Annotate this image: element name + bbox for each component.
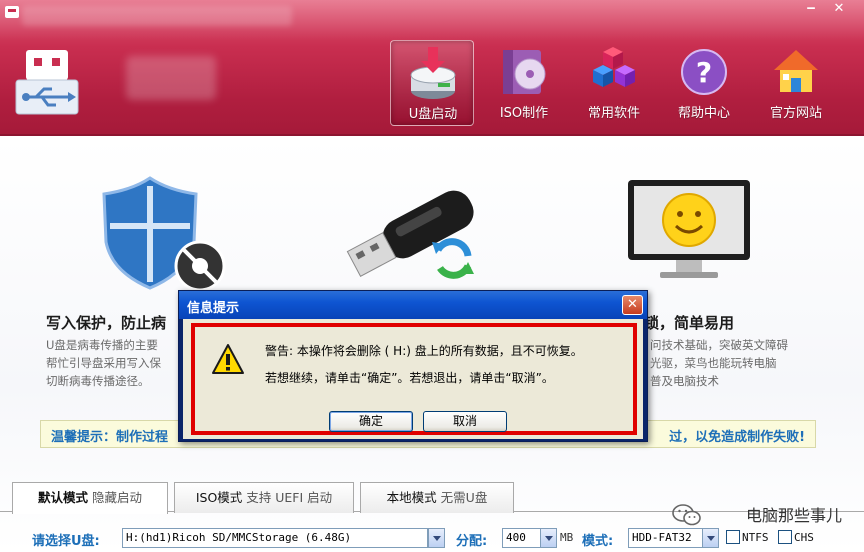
tab-iso-mode[interactable]: ISO模式 支持 UEFI 启动 [174, 482, 354, 513]
app-header: ‒ ✕ U盘启动 ISO制作 常用软件 ? 帮助中心 官方网站 [0, 0, 864, 136]
nav-label: 官方网站 [769, 106, 822, 121]
tab-main-label: 本地模式 [386, 490, 437, 505]
nav-usb-boot[interactable]: U盘启动 [390, 40, 474, 126]
dialog-titlebar[interactable]: 信息提示 ✕ [179, 291, 647, 319]
feature-desc-line: U盘是病毒传播的主要 [46, 338, 158, 352]
window-title-blurred [22, 6, 292, 26]
close-icon[interactable]: ✕ [622, 295, 643, 315]
tip-text-right: 过，以免造成制作失败! [669, 430, 805, 445]
tab-main-label: ISO模式 [195, 490, 243, 505]
nav-website[interactable]: 官方网站 [754, 40, 838, 126]
mode-select[interactable]: HDD-FAT32 [628, 528, 704, 548]
feature-title-protect: 写入保护，防止病 [46, 314, 167, 332]
app-small-icon [5, 6, 19, 18]
usb-disk-icon [410, 47, 456, 99]
home-icon [774, 50, 818, 92]
tab-sub-label: 支持 UEFI 启动 [246, 490, 333, 505]
tab-sub-label: 隐藏启动 [91, 490, 142, 505]
warning-icon [212, 344, 244, 374]
red-highlight-frame: 警告: 本操作将会删除 ( H:) 盘上的所有数据，且不可恢复。 若想继续，请单… [191, 323, 637, 435]
svg-text:?: ? [696, 56, 712, 89]
nav-label: 帮助中心 [677, 106, 730, 121]
minimize-icon[interactable]: ‒ [798, 0, 824, 20]
feature-desc-line: 帮忙引导盘采用写入保 [46, 356, 161, 370]
nav-software[interactable]: 常用软件 [572, 40, 656, 126]
alloc-label: 分配: [456, 534, 488, 549]
alloc-select[interactable]: 400 [502, 528, 542, 548]
ntfs-checkbox[interactable] [726, 530, 740, 544]
help-icon: ? [681, 49, 727, 95]
nav-help[interactable]: ? 帮助中心 [662, 40, 746, 126]
alloc-unit: MB [560, 531, 574, 544]
nav-label: U盘启动 [408, 107, 458, 122]
ok-button[interactable]: 确定 [329, 411, 413, 432]
nav-label: 常用软件 [587, 106, 640, 121]
nav-iso[interactable]: ISO制作 [482, 40, 566, 126]
cancel-button[interactable]: 取消 [423, 411, 507, 432]
watermark-text: 电脑那些事儿 [745, 506, 842, 525]
monitor-smiley-icon [628, 180, 750, 278]
feature-desc-line: 问技术基础，突破英文障碍 [650, 338, 788, 352]
feature-desc-line: 普及电脑技术 [650, 374, 719, 388]
tab-main-label: 默认模式 [37, 490, 88, 505]
tab-default-mode[interactable]: 默认模式 隐藏启动 [12, 482, 168, 514]
brand-name-blurred [126, 56, 216, 100]
chevron-down-icon[interactable] [702, 528, 719, 548]
usb-stick-icon [346, 190, 474, 279]
chevron-down-icon[interactable] [540, 528, 557, 548]
ntfs-label: NTFS [742, 531, 769, 544]
chs-checkbox[interactable] [778, 530, 792, 544]
info-dialog: 信息提示 ✕ 警告: 本操作将会删除 ( H:) 盘上的所有数据，且不可恢复。 … [178, 290, 648, 442]
tab-local-mode[interactable]: 本地模式 无需U盘 [360, 482, 514, 513]
mode-tabs: 默认模式 隐藏启动 ISO模式 支持 UEFI 启动 本地模式 无需U盘 [0, 480, 864, 514]
shield-bug-icon [102, 176, 226, 292]
tip-text-left: 温馨提示：制作过程 [51, 430, 169, 445]
chevron-down-icon[interactable] [428, 528, 445, 548]
disk-select-label: 请选择U盘: [32, 534, 100, 549]
dialog-instruction-line: 若想继续，请单击“确定”。若想退出，请单击“取消”。 [265, 371, 554, 385]
feature-desc-line: 切断病毒传播途径。 [46, 374, 150, 388]
tab-sub-label: 无需U盘 [440, 490, 488, 505]
chs-label: CHS [794, 531, 814, 544]
feature-title-easy: 锁，简单易用 [644, 314, 735, 332]
dialog-title: 信息提示 [187, 301, 240, 316]
usb-logo-icon [15, 50, 79, 115]
dialog-body: 警告: 本操作将会删除 ( H:) 盘上的所有数据，且不可恢复。 若想继续，请单… [183, 319, 643, 439]
software-cubes-icon [593, 47, 635, 87]
feature-desc-line: 光驱，菜鸟也能玩转电脑 [650, 356, 777, 370]
bottom-options: 请选择U盘: H:(hd1)Ricoh SD/MMCStorage (6.48G… [0, 524, 864, 552]
iso-disc-icon [503, 50, 546, 94]
nav-label: ISO制作 [499, 106, 549, 121]
mode-label: 模式: [582, 534, 614, 549]
close-window-icon[interactable]: ✕ [826, 0, 852, 20]
disk-select[interactable]: H:(hd1)Ricoh SD/MMCStorage (6.48G) [122, 528, 428, 548]
dialog-warning-line: 警告: 本操作将会删除 ( H:) 盘上的所有数据，且不可恢复。 [265, 344, 583, 358]
